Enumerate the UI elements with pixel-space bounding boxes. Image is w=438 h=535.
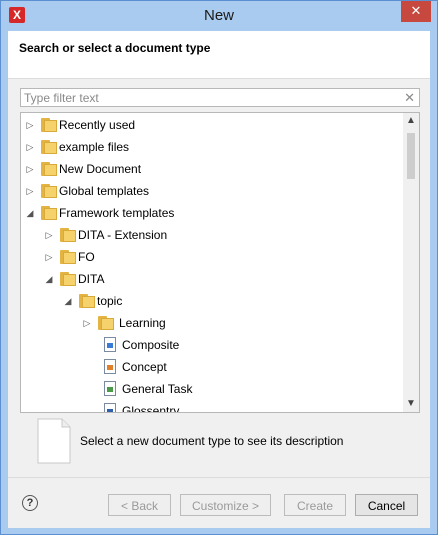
tree-item[interactable]: ▷ Learning: [21, 312, 403, 334]
tree-item-label: General Task: [122, 382, 193, 396]
tree-item[interactable]: ▷ example files: [21, 136, 403, 158]
clear-filter-icon[interactable]: ✕: [404, 90, 415, 105]
tree-item[interactable]: ◢ Framework templates: [21, 202, 403, 224]
tree-item[interactable]: ◢ DITA: [21, 268, 403, 290]
create-button[interactable]: Create: [284, 494, 346, 516]
close-button[interactable]: ✕: [401, 1, 431, 22]
expand-arrow-icon[interactable]: ▷: [44, 246, 54, 268]
document-type-tree[interactable]: ▷ Recently used ▷ example files ▷ New Documen…: [20, 112, 420, 413]
description-text: Select a new document type to see its de…: [80, 434, 344, 448]
blank-document-icon: [37, 418, 71, 464]
filter-input[interactable]: [24, 90, 394, 105]
collapse-arrow-icon[interactable]: ◢: [63, 290, 73, 312]
folder-icon: [79, 294, 95, 308]
title-bar: X New ✕: [1, 1, 437, 31]
folder-icon: [41, 162, 57, 176]
help-icon[interactable]: ?: [22, 495, 38, 511]
scroll-up-icon[interactable]: ▲: [403, 113, 419, 129]
scroll-thumb[interactable]: [407, 133, 415, 179]
window-title: New: [203, 7, 234, 24]
tree-item-label: Learning: [119, 316, 166, 330]
folder-icon: [60, 228, 76, 242]
customize-button[interactable]: Customize >: [180, 494, 271, 516]
folder-icon: [41, 118, 57, 132]
tree-item-label: Composite: [122, 338, 180, 352]
folder-icon: [41, 140, 57, 154]
tree-item-label: DITA: [78, 272, 105, 286]
tree-item-label: Global templates: [59, 184, 150, 198]
tree-item[interactable]: ▷ Global templates: [21, 180, 403, 202]
tree-item[interactable]: Glossentry: [21, 400, 403, 413]
folder-icon: [41, 206, 57, 220]
tree-item[interactable]: General Task: [21, 378, 403, 400]
filter-field[interactable]: ✕: [20, 88, 420, 107]
tree-item-label: FO: [78, 250, 95, 264]
dialog-body: Search or select a document type ✕ ▷ Rece…: [8, 31, 430, 528]
tree-item-label: Concept: [122, 360, 167, 374]
expand-arrow-icon[interactable]: ▷: [25, 114, 35, 136]
expand-arrow-icon[interactable]: ▷: [44, 224, 54, 246]
folder-icon: [60, 250, 76, 264]
back-button[interactable]: < Back: [108, 494, 171, 516]
tree-item[interactable]: ▷ FO: [21, 246, 403, 268]
tree-item-label: topic: [97, 294, 123, 308]
tree-item[interactable]: ▷ New Document: [21, 158, 403, 180]
tree-item-label: DITA - Extension: [78, 228, 168, 242]
folder-icon: [41, 184, 57, 198]
concept-doc-icon: [104, 359, 116, 374]
expand-arrow-icon[interactable]: ▷: [25, 158, 35, 180]
glossentry-doc-icon: [104, 403, 116, 412]
tree-item-label: Recently used: [59, 118, 136, 132]
tree-item[interactable]: ◢ topic: [21, 290, 403, 312]
collapse-arrow-icon[interactable]: ◢: [25, 202, 35, 224]
scroll-down-icon[interactable]: ▼: [403, 396, 419, 412]
folder-icon: [98, 316, 114, 330]
task-doc-icon: [104, 381, 116, 396]
tree-item[interactable]: Composite: [21, 334, 403, 356]
tree-item[interactable]: ▷ Recently used: [21, 114, 403, 136]
composite-doc-icon: [104, 337, 116, 352]
tree-item-label: New Document: [59, 162, 142, 176]
cancel-button[interactable]: Cancel: [355, 494, 418, 516]
header-title: Search or select a document type: [19, 41, 211, 55]
tree-item-label: Framework templates: [59, 206, 175, 220]
tree-item[interactable]: ▷ DITA - Extension: [21, 224, 403, 246]
folder-icon: [60, 272, 76, 286]
new-dialog-window: X New ✕ Search or select a document type…: [0, 0, 438, 535]
footer-divider: [8, 477, 430, 478]
tree-scrollbar[interactable]: ▲ ▼: [403, 113, 419, 412]
collapse-arrow-icon[interactable]: ◢: [44, 268, 54, 290]
tree-item-label: Glossentry: [122, 404, 180, 413]
tree-item[interactable]: Concept: [21, 356, 403, 378]
expand-arrow-icon[interactable]: ▷: [25, 180, 35, 202]
tree-item-label: example files: [59, 140, 130, 154]
dialog-header: Search or select a document type: [8, 31, 430, 79]
expand-arrow-icon[interactable]: ▷: [25, 136, 35, 158]
expand-arrow-icon[interactable]: ▷: [82, 312, 92, 334]
